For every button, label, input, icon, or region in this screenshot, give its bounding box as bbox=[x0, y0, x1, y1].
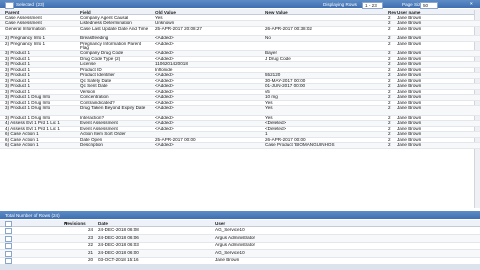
cell-user: Jane Brown bbox=[215, 258, 240, 263]
col-field[interactable]: Field bbox=[80, 10, 91, 15]
cell-new-value: 26-APR-2017 00:38:02 bbox=[265, 26, 312, 31]
cell-rev: 2 bbox=[388, 26, 391, 31]
cell-parent: 3) Product 1 Drug Info bbox=[5, 106, 51, 111]
cell-revision: 24 bbox=[88, 228, 94, 233]
table-row[interactable]: 6) Case Action 1 Description <Added> Case P… bbox=[0, 142, 480, 149]
cell-parent: General Information bbox=[5, 26, 46, 31]
displaying-rows-label: Displaying Rows bbox=[323, 1, 357, 7]
table-row[interactable]: 3) Product 1 Drug Info Drug Taken Beyond … bbox=[0, 105, 480, 116]
cell-user: Argus Administrator bbox=[215, 243, 256, 248]
cell-old-value: 25-APR-2017 20:08:27 bbox=[155, 26, 202, 31]
revision-row-checkbox[interactable] bbox=[5, 243, 12, 249]
revisions-select-all-checkbox[interactable] bbox=[5, 220, 12, 227]
cell-date: 24-DEC-2018 06:06 bbox=[98, 235, 139, 240]
cell-date: 24-DEC-2018 06:00 bbox=[98, 250, 139, 255]
cell-old-value: <Added> bbox=[155, 106, 174, 111]
selected-count: (23) bbox=[36, 1, 45, 7]
cell-new-value: Yes bbox=[265, 106, 273, 111]
col-old-value[interactable]: Old Value bbox=[155, 10, 176, 15]
footer-strip bbox=[0, 264, 480, 270]
col-parent[interactable]: Parent bbox=[5, 10, 19, 15]
table-row[interactable]: General Information Case Last Update Date… bbox=[0, 26, 480, 36]
cell-revision: 23 bbox=[88, 235, 94, 240]
grid-close-icon[interactable]: × bbox=[470, 1, 473, 6]
select-all-checkbox[interactable] bbox=[5, 1, 14, 9]
cell-field: Case Last Update Date And Time bbox=[80, 26, 149, 31]
cell-user-name: Jane Brown bbox=[397, 106, 422, 111]
cell-user: Argus Administrator bbox=[215, 235, 256, 240]
cell-old-value: <Added> bbox=[155, 41, 174, 46]
cell-new-value: Case Product 'BIOMANGUINHOS bbox=[265, 143, 335, 148]
cell-user: AG_Service10 bbox=[215, 228, 245, 233]
total-rows-label: Total Number of Rows (24) bbox=[5, 212, 60, 218]
cell-revision: 22 bbox=[88, 243, 94, 248]
cell-rev: 2 bbox=[388, 41, 391, 46]
cell-revision: 20 bbox=[88, 258, 94, 263]
cell-old-value: <Added> bbox=[155, 143, 174, 148]
cell-rev: 2 bbox=[388, 106, 391, 111]
col-rev[interactable]: Rev bbox=[388, 10, 396, 15]
revision-row-checkbox[interactable] bbox=[5, 235, 12, 242]
cell-date: 24-DEC-2018 06:03 bbox=[98, 243, 139, 248]
col-user-name[interactable]: User name bbox=[397, 10, 421, 15]
cell-user-name: Jane Brown bbox=[397, 41, 422, 46]
cell-user-name: Jane Brown bbox=[397, 143, 422, 148]
revisions-bar: Total Number of Rows (24) bbox=[0, 211, 480, 219]
cell-field: Description bbox=[80, 143, 103, 148]
cell-rev: 2 bbox=[388, 143, 391, 148]
displaying-rows-select[interactable]: 1 - 23 bbox=[362, 1, 383, 9]
page-size-select[interactable]: 50 bbox=[420, 1, 438, 9]
col-new-value[interactable]: New Value bbox=[265, 10, 288, 15]
revision-row-checkbox[interactable] bbox=[5, 250, 12, 257]
cell-field: Drug Taken Beyond Expiry Date bbox=[80, 106, 146, 111]
col-user[interactable]: User bbox=[215, 221, 225, 226]
revisions-header: ▼ Revisions Date User bbox=[0, 220, 480, 227]
cell-parent: 2) Pregnancy Info 1 bbox=[5, 41, 46, 46]
selected-label: Selected bbox=[16, 1, 34, 7]
cell-parent: 6) Case Action 1 bbox=[5, 143, 39, 148]
cell-user-name: Jane Brown bbox=[397, 26, 422, 31]
cell-date: 03-OCT-2018 15:16 bbox=[98, 258, 139, 263]
table-row[interactable]: 2) Pregnancy Info 1 Pregnancy Information… bbox=[0, 41, 480, 51]
cell-revision: 21 bbox=[88, 250, 94, 255]
col-date[interactable]: Date bbox=[98, 221, 108, 226]
top-toolbar: Selected (23) Displaying Rows 1 - 23 Pag… bbox=[0, 0, 480, 9]
cell-user: AG_Service10 bbox=[215, 250, 245, 255]
cell-date: 24-DEC-2018 06:08 bbox=[98, 228, 139, 233]
revision-row-checkbox[interactable] bbox=[5, 228, 12, 234]
